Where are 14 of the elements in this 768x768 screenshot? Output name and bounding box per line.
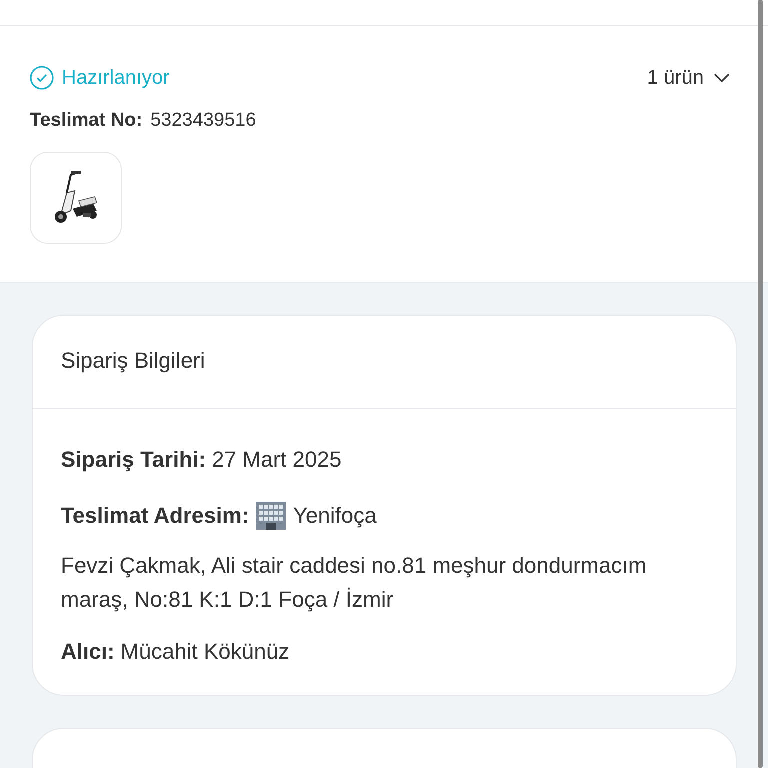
field-label: Alıcı:: [61, 638, 115, 666]
field-value: Mücahit Kökünüz: [120, 638, 290, 666]
delivery-number-label: Teslimat No:: [30, 110, 143, 132]
field-label: Teslimat Adresim:: [61, 502, 250, 530]
address-text: Fevzi Çakmak, Ali stair caddesi no.81 meşhur dondurmacım maraş, No:81 K:1 D:1 Foça / İzmir: [61, 552, 648, 614]
item-count-toggle[interactable]: 1 ürün: [647, 66, 730, 90]
field-value: 27 Mart 2025: [212, 446, 342, 474]
field-value: Yenifoça: [293, 502, 377, 530]
card-title: Sipariş Bilgileri: [33, 316, 736, 409]
scrollbar[interactable]: [758, 0, 763, 768]
order-status: Hazırlanıyor: [62, 66, 170, 90]
building-icon: [255, 501, 288, 531]
field-label: Sipariş Tarihi:: [61, 446, 206, 474]
delivery-number: 5323439516: [150, 110, 256, 132]
